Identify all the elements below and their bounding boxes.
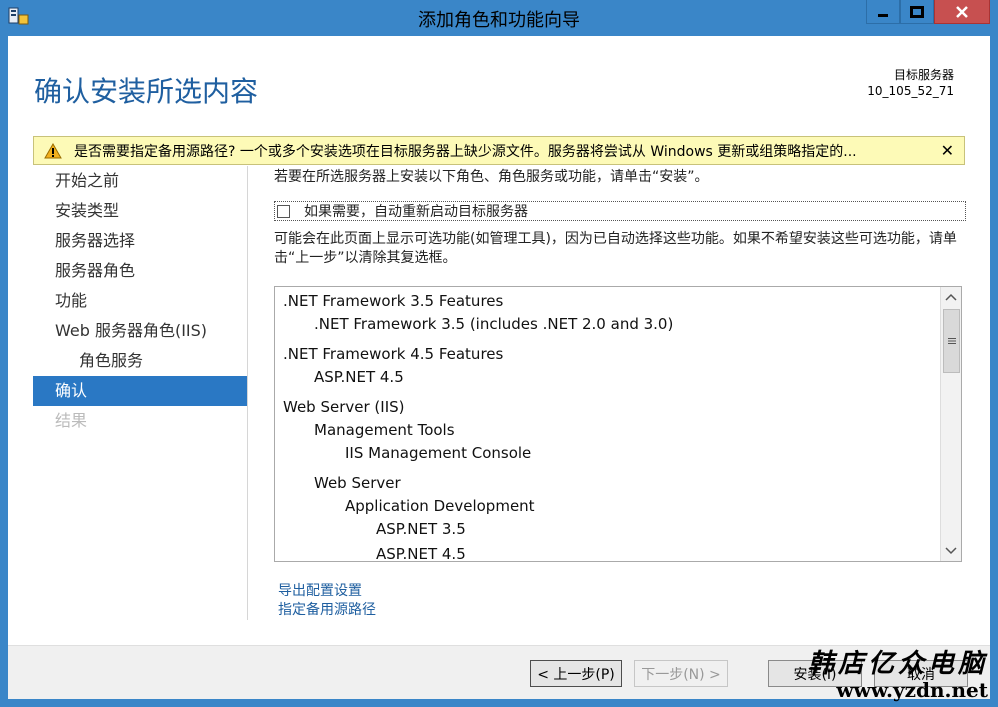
target-server-name: 10_105_52_71 <box>867 84 954 98</box>
confirmation-content: 若要在所选服务器上安装以下角色、角色服务或功能，请单击“安装”。 如果需要，自动… <box>274 166 974 562</box>
warning-icon <box>44 142 62 158</box>
nav-item-web-server-role[interactable]: Web 服务器角色(IIS) <box>33 316 247 346</box>
restart-checkbox-row[interactable]: 如果需要，自动重新启动目标服务器 <box>274 201 966 221</box>
list-item: ASP.NET 4.5 <box>376 545 466 561</box>
maximize-button[interactable] <box>900 0 934 24</box>
warning-text: 是否需要指定备用源路径? 一个或多个安装选项在目标服务器上缺少源文件。服务器将尝… <box>74 143 857 160</box>
warning-close-button[interactable]: ✕ <box>941 141 954 160</box>
list-item: .NET Framework 4.5 Features <box>283 345 504 363</box>
alternate-source-link[interactable]: 指定备用源路径 <box>278 601 376 620</box>
nav-item-results: 结果 <box>55 411 88 430</box>
list-item: Web Server <box>314 474 401 492</box>
nav-item-before-you-begin[interactable]: 开始之前 <box>33 166 247 196</box>
restart-checkbox[interactable] <box>277 204 290 218</box>
warning-banner: 是否需要指定备用源路径? 一个或多个安装选项在目标服务器上缺少源文件。服务器将尝… <box>33 136 965 165</box>
chevron-down-icon <box>945 547 957 555</box>
title-bar: 添加角色和功能向导 <box>0 0 998 36</box>
wizard-nav: 开始之前 安装类型 服务器选择 服务器角色 功能 Web 服务器角色(IIS) … <box>33 166 247 436</box>
grip-icon <box>947 338 956 344</box>
list-item: IIS Management Console <box>345 444 532 462</box>
nav-item-server-roles[interactable]: 服务器角色 <box>33 256 247 286</box>
list-item: Web Server (IIS) <box>283 398 405 416</box>
wizard-client-area: 确认安装所选内容 目标服务器 10_105_52_71 是否需要指定备用源路径?… <box>8 36 990 699</box>
maximize-icon <box>910 5 924 18</box>
nav-item-confirmation[interactable]: 确认 <box>33 376 247 406</box>
next-button: 下一步(N) > <box>634 660 728 687</box>
intro-text: 若要在所选服务器上安装以下角色、角色服务或功能，请单击“安装”。 <box>274 169 709 185</box>
nav-item-server-selection[interactable]: 服务器选择 <box>33 226 247 256</box>
window-title: 添加角色和功能向导 <box>418 10 580 31</box>
close-window-button[interactable] <box>934 0 990 24</box>
export-settings-link[interactable]: 导出配置设置 <box>278 582 376 601</box>
scroll-up-button[interactable] <box>941 287 961 307</box>
minimize-icon <box>878 13 888 17</box>
watermark-brand: 韩店亿众电脑 <box>807 649 988 679</box>
features-scrollbar[interactable] <box>940 287 961 561</box>
list-item: .NET Framework 3.5 Features <box>283 292 504 310</box>
nav-item-features[interactable]: 功能 <box>33 286 247 316</box>
server-manager-icon <box>8 7 29 25</box>
features-list-viewport: .NET Framework 3.5 Features .NET Framewo… <box>275 287 941 561</box>
action-links: 导出配置设置 指定备用源路径 <box>278 582 376 620</box>
scroll-down-button[interactable] <box>941 541 961 561</box>
watermark-url: www.yzdn.net <box>836 678 988 702</box>
selected-features-list[interactable]: .NET Framework 3.5 Features .NET Framewo… <box>274 286 962 562</box>
list-item: Application Development <box>345 497 535 515</box>
list-item: Management Tools <box>314 421 455 439</box>
target-server-info: 目标服务器 10_105_52_71 <box>867 67 954 99</box>
list-item: ASP.NET 3.5 <box>376 520 466 538</box>
nav-item-installation-type[interactable]: 安装类型 <box>33 196 247 226</box>
nav-divider <box>247 166 248 620</box>
scroll-thumb[interactable] <box>943 309 960 373</box>
close-icon <box>956 5 968 18</box>
list-item: .NET Framework 3.5 (includes .NET 2.0 an… <box>314 315 674 333</box>
chevron-up-icon <box>945 293 957 301</box>
list-item: ASP.NET 4.5 <box>314 368 404 386</box>
restart-checkbox-label[interactable]: 如果需要，自动重新启动目标服务器 <box>304 201 528 221</box>
watermark: 韩店亿众电脑 www.yzdn.net <box>808 649 988 701</box>
previous-button[interactable]: < 上一步(P) <box>530 660 622 687</box>
page-title: 确认安装所选内容 <box>34 75 259 108</box>
nav-item-role-services[interactable]: 角色服务 <box>33 346 247 376</box>
minimize-button[interactable] <box>866 0 900 24</box>
optional-features-note: 可能会在此页面上显示可选功能(如管理工具)，因为已自动选择这些功能。如果不希望安… <box>274 231 957 266</box>
target-server-label: 目标服务器 <box>893 68 954 82</box>
